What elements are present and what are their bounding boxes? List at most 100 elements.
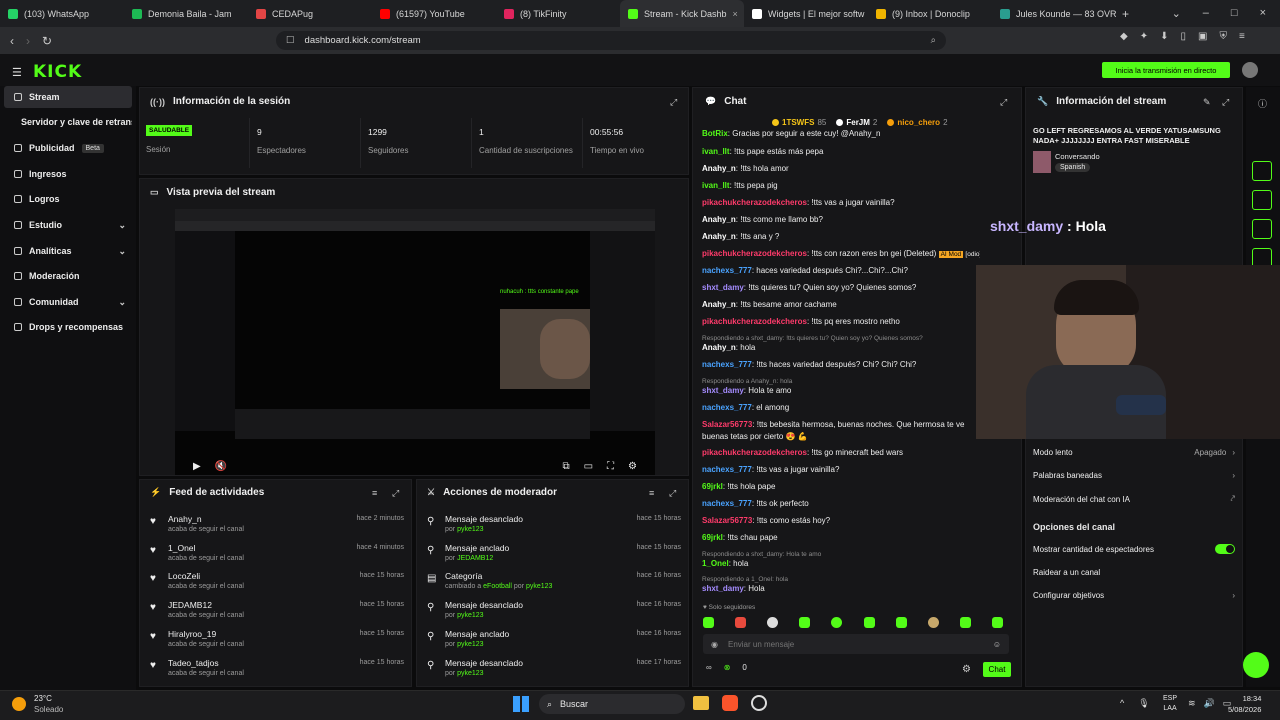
settings-gear-icon[interactable]: ⚙ bbox=[628, 461, 637, 472]
infinity-icon[interactable]: ∞ bbox=[706, 663, 712, 672]
filter-icon[interactable]: ≡ bbox=[649, 488, 654, 498]
hamburger-menu-icon[interactable]: ☰ bbox=[12, 66, 22, 79]
reload-icon[interactable]: ↻ bbox=[42, 34, 52, 48]
chat-username[interactable]: Anahy_n bbox=[702, 300, 736, 309]
sidebar-item[interactable]: Ingresos bbox=[4, 163, 132, 185]
sidebar-item[interactable]: Estudio ⌄ bbox=[4, 214, 132, 236]
menu-icon[interactable]: ≡ bbox=[1239, 31, 1245, 42]
emote-icon[interactable] bbox=[959, 617, 971, 628]
top-gifter[interactable]: nico_chero 2 bbox=[887, 118, 948, 127]
activity-username[interactable]: Anahy_n bbox=[168, 514, 244, 524]
back-icon[interactable]: ‹ bbox=[10, 34, 14, 48]
top-gifter[interactable]: FerJM 2 bbox=[836, 118, 877, 127]
mod-action-user[interactable]: JEDAMB12 bbox=[457, 555, 493, 562]
zoom-icon[interactable]: ⌕ bbox=[931, 35, 936, 46]
activity-username[interactable]: 1_Onel bbox=[168, 543, 244, 553]
activity-username[interactable]: LocoZeli bbox=[168, 571, 244, 581]
bookmark-icon[interactable]: ☐ bbox=[286, 35, 295, 46]
taskbar-search[interactable]: ⌕ Buscar bbox=[539, 694, 685, 714]
rail-button-icon[interactable] bbox=[1252, 190, 1272, 210]
browser-tab[interactable]: (8) TikFinity bbox=[496, 0, 620, 27]
emote-icon[interactable] bbox=[991, 617, 1003, 628]
info-icon[interactable]: ⓘ bbox=[1258, 97, 1267, 110]
chat-username[interactable]: 69jrkl bbox=[702, 533, 723, 542]
chat-username[interactable]: pikachukcherazodekcheros bbox=[702, 198, 807, 207]
emote-icon[interactable] bbox=[735, 617, 747, 628]
chat-username[interactable]: 69jrkl bbox=[702, 482, 723, 491]
setting-row[interactable]: Palabras baneadas › bbox=[1033, 471, 1235, 480]
send-chat-button[interactable]: Chat bbox=[983, 662, 1011, 677]
shield-icon[interactable]: ⛨ bbox=[1219, 31, 1227, 42]
puzzle-icon[interactable]: ✦ bbox=[1140, 31, 1148, 42]
close-window-icon[interactable]: × bbox=[1260, 7, 1266, 20]
chat-username[interactable]: pikachukcherazodekcheros bbox=[702, 249, 807, 258]
chat-username[interactable]: shxt_damy bbox=[702, 386, 744, 395]
chat-message-input[interactable] bbox=[727, 639, 968, 649]
mic-icon[interactable]: 🎙 bbox=[1138, 698, 1149, 709]
chat-username[interactable]: nachexs_777 bbox=[702, 499, 752, 508]
expand-icon[interactable]: ⤢ bbox=[670, 97, 677, 108]
setting-row[interactable]: Moderación del chat con IA ⤤ bbox=[1033, 494, 1235, 504]
emote-icon[interactable] bbox=[767, 617, 779, 628]
activity-username[interactable]: Tadeo_tadjos bbox=[168, 658, 244, 668]
emote-icon[interactable] bbox=[927, 617, 939, 628]
emote-icon[interactable] bbox=[703, 617, 714, 628]
chevron-up-icon[interactable]: ^ bbox=[1120, 698, 1124, 709]
expand-icon[interactable]: ⤢ bbox=[392, 488, 399, 499]
chat-username[interactable]: ivan_llt bbox=[702, 181, 730, 190]
go-live-button[interactable]: Inicia la transmisión en directo bbox=[1102, 62, 1230, 78]
chevron-down-icon[interactable]: ⌄ bbox=[1172, 7, 1181, 20]
sidebar-item[interactable]: Publicidad Beta bbox=[4, 137, 132, 159]
stream-video[interactable]: nuhacuh : ttts constante pape ▶ 🔇 ⧉ ▭ ⛶ … bbox=[175, 209, 655, 475]
chat-username[interactable]: nachexs_777 bbox=[702, 465, 752, 474]
minimize-icon[interactable]: – bbox=[1203, 7, 1209, 20]
clock[interactable]: 18:34 5/08/2026 bbox=[1228, 694, 1261, 715]
mod-action-user[interactable]: pyke123 bbox=[526, 583, 552, 590]
browser-tab[interactable]: Jules Kounde — 83 OVR | bbox=[992, 0, 1116, 27]
activity-username[interactable]: JEDAMB12 bbox=[168, 600, 244, 610]
system-tray-icons[interactable]: ≋ 🔊 ▭ bbox=[1188, 698, 1231, 709]
chat-username[interactable]: Anahy_n bbox=[702, 232, 736, 241]
forward-icon[interactable]: › bbox=[26, 34, 30, 48]
top-gifter[interactable]: 1TSWFS 85 bbox=[772, 118, 826, 127]
rail-button-icon[interactable] bbox=[1252, 219, 1272, 239]
play-icon[interactable]: ▶ bbox=[193, 461, 201, 472]
popout-icon[interactable]: ⤢ bbox=[1222, 97, 1229, 108]
chat-input[interactable]: ◉ ☺ bbox=[703, 634, 1009, 654]
sidebar-item[interactable]: Logros bbox=[4, 188, 132, 210]
browser-tab[interactable]: Stream - Kick Dashb × bbox=[620, 0, 744, 27]
chat-username[interactable]: nachexs_777 bbox=[702, 360, 752, 369]
browser-tab[interactable]: Widgets | El mejor softw bbox=[744, 0, 868, 27]
rail-button-icon[interactable] bbox=[1252, 161, 1272, 181]
browser-tab[interactable]: CEDAPug bbox=[248, 0, 372, 27]
mod-action-user[interactable]: eFootball bbox=[483, 583, 512, 590]
chat-username[interactable]: pikachukcherazodekcheros bbox=[702, 448, 807, 457]
sidebar-item[interactable]: Moderación bbox=[4, 265, 132, 287]
browser-tab[interactable]: (61597) YouTube bbox=[372, 0, 496, 27]
browser-tab[interactable]: (103) WhatsApp bbox=[0, 0, 124, 27]
chat-username[interactable]: shxt_damy bbox=[702, 584, 744, 593]
expand-icon[interactable]: ⤢ bbox=[669, 488, 676, 499]
mute-icon[interactable]: 🔇 bbox=[215, 461, 227, 472]
popout-icon[interactable]: ⤢ bbox=[1000, 97, 1007, 108]
close-tab-icon[interactable]: × bbox=[733, 9, 738, 19]
maximize-icon[interactable]: □ bbox=[1231, 7, 1238, 20]
channel-option-row[interactable]: Raidear a un canal bbox=[1033, 568, 1235, 577]
chat-username[interactable]: pikachukcherazodekcheros bbox=[702, 317, 807, 326]
sidebar-item[interactable]: Analíticas ⌄ bbox=[4, 240, 132, 262]
channel-option-row[interactable]: Configurar objetivos › bbox=[1033, 591, 1235, 600]
chat-username[interactable]: shxt_damy bbox=[702, 283, 744, 292]
mod-action-user[interactable]: pyke123 bbox=[457, 641, 483, 648]
pip-icon[interactable]: ▭ bbox=[584, 461, 593, 472]
sidebar-icon[interactable]: ▯ bbox=[1180, 31, 1186, 42]
chat-settings-icon[interactable]: ⚙ bbox=[962, 664, 971, 675]
activity-username[interactable]: Hiralyroo_19 bbox=[168, 629, 244, 639]
kick-logo[interactable]: KICK bbox=[33, 62, 82, 82]
sidebar-item[interactable]: Comunidad ⌄ bbox=[4, 291, 132, 313]
chat-username[interactable]: nachexs_777 bbox=[702, 266, 752, 275]
chat-username[interactable]: Salazar56773 bbox=[702, 420, 752, 429]
emote-icon[interactable] bbox=[895, 617, 907, 628]
new-tab-icon[interactable]: + bbox=[1116, 7, 1129, 21]
wallet-icon[interactable]: ▣ bbox=[1198, 31, 1207, 42]
download-icon[interactable]: ⬇ bbox=[1160, 31, 1168, 42]
